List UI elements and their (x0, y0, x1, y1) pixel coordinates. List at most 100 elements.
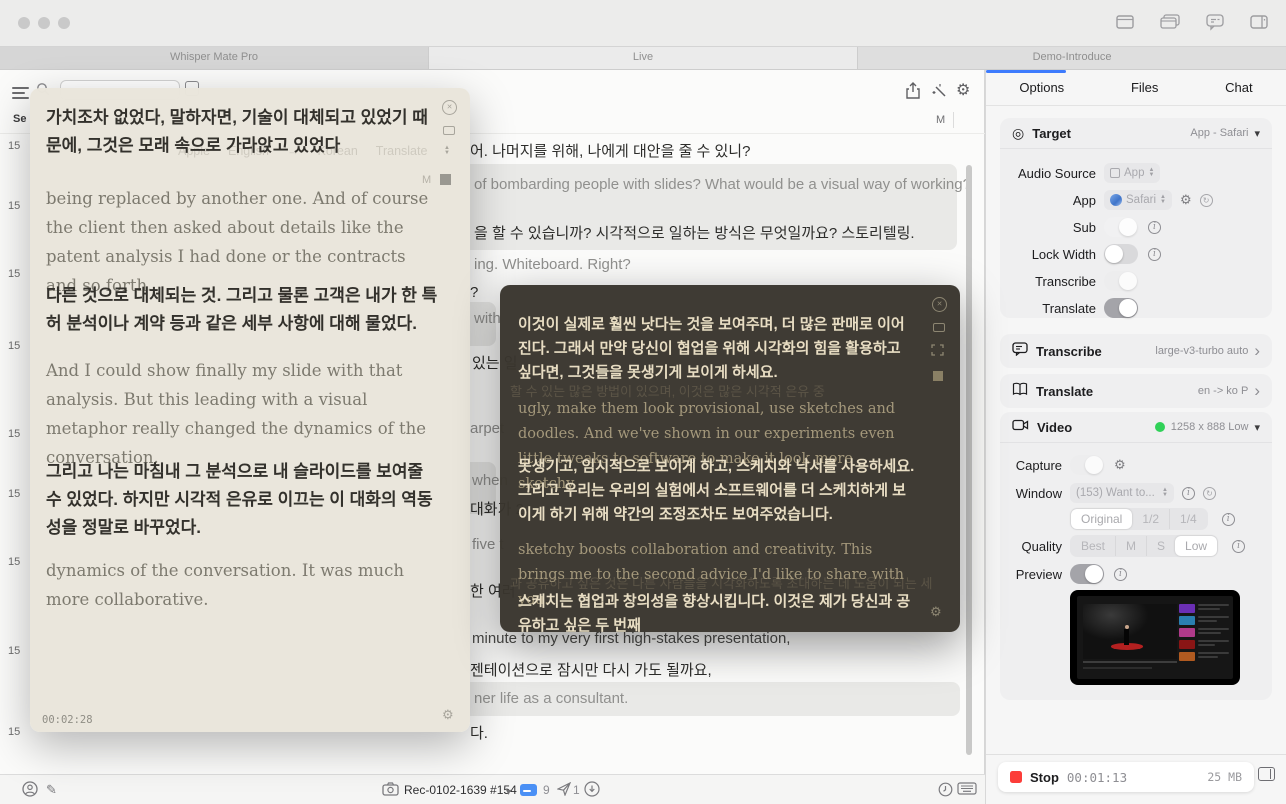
stop-button[interactable]: Stop (1030, 770, 1059, 785)
transcript-row[interactable]: ? (470, 284, 478, 301)
transcribe-label: Transcribe (1000, 274, 1096, 289)
text-size-icon[interactable] (444, 146, 450, 156)
close-window-button[interactable] (18, 17, 30, 29)
lock-width-toggle[interactable] (1104, 244, 1138, 264)
clock-icon[interactable] (938, 782, 953, 802)
preview-toggle[interactable] (1070, 564, 1104, 584)
video-card-header[interactable]: Video 1258 x 888 Low ▾ (1000, 412, 1272, 442)
account-icon[interactable] (22, 781, 38, 802)
transcript-row[interactable]: 을 할 수 있습니까? 시각적으로 일하는 방식은 무엇일까요? 스토리텔링. (474, 222, 915, 243)
size-option-original[interactable]: Original (1071, 509, 1132, 529)
app-settings-gear-icon[interactable] (1180, 191, 1192, 209)
chevron-right-icon[interactable] (1254, 341, 1260, 361)
transcript-row[interactable]: of bombarding people with slides? What w… (474, 176, 971, 193)
video-preview-thumbnail[interactable] (1070, 590, 1240, 685)
info-icon[interactable] (1222, 513, 1235, 526)
subtitle-panel-light[interactable]: AppleEnglish→KoreanTranslate M 가치조차 없었다,… (30, 88, 470, 732)
subtitle-panel-dark[interactable]: 이것이 실제로 훨씬 낫다는 것을 보여주며, 더 많은 판매로 이어진다. 그… (500, 285, 960, 632)
stepper-icon (1162, 488, 1168, 498)
magic-wand-icon[interactable] (932, 83, 948, 104)
transcript-row[interactable]: ing. Whiteboard. Right? (474, 256, 631, 273)
info-icon[interactable] (1114, 568, 1127, 581)
transcript-row[interactable]: with (474, 310, 501, 327)
stepper-icon (1148, 168, 1154, 178)
edit-pencil-icon[interactable]: ✎ (46, 782, 57, 798)
panel-settings-gear-icon[interactable] (930, 603, 942, 621)
target-card-header[interactable]: ◎ Target App - Safari ▾ (1000, 118, 1272, 148)
quality-label: Quality (1000, 539, 1062, 554)
toggle-sidebar-icon[interactable] (1248, 13, 1270, 31)
minimize-window-button[interactable] (38, 17, 50, 29)
quality-option-best[interactable]: Best (1071, 536, 1115, 556)
transcribe-toggle[interactable] (1104, 271, 1138, 291)
quality-option-m[interactable]: M (1115, 536, 1146, 556)
transcribe-card[interactable]: Transcribe large-v3-turbo auto (1000, 334, 1272, 368)
tab-files[interactable]: Files (1131, 80, 1158, 95)
target-icon: ◎ (1012, 125, 1024, 142)
quality-option-low[interactable]: Low (1175, 536, 1217, 556)
chevron-down-icon[interactable]: ▾ (1254, 421, 1260, 434)
speech-bubble-icon (1012, 342, 1028, 361)
stop-record-icon[interactable] (1010, 771, 1022, 783)
tab-chat[interactable]: Chat (1225, 80, 1252, 95)
tab-options[interactable]: Options (1019, 80, 1064, 95)
window-select[interactable]: (153) Want to... (1070, 483, 1174, 503)
recording-name[interactable]: Rec-0102-1639 #154 (404, 783, 517, 797)
scrollbar[interactable] (966, 165, 972, 755)
tab-live[interactable]: Live (429, 47, 858, 69)
settings-gear-icon[interactable]: ⚙ (956, 80, 970, 100)
subtitle-ko: 가치조차 없었다, 말하자면, 기술이 대체되고 있었기 때문에, 그것은 모래… (46, 104, 442, 160)
info-icon[interactable] (1182, 487, 1195, 500)
transcript-row[interactable]: five t (472, 536, 504, 553)
transcript-row[interactable]: 젠테이션으로 잠시만 다시 가도 될까요, (470, 659, 712, 680)
safari-app-icon (1110, 194, 1122, 206)
app-select[interactable]: Safari (1104, 190, 1172, 210)
recording-chevron-icon[interactable] (506, 782, 511, 800)
traffic-lights[interactable] (18, 17, 70, 29)
stop-square-icon[interactable] (933, 371, 943, 381)
size-segmented-control: Original 1/2 1/4 (1070, 508, 1208, 530)
size-option-half[interactable]: 1/2 (1132, 509, 1169, 529)
chevron-down-icon[interactable]: ▾ (1254, 127, 1260, 140)
info-icon[interactable] (1232, 540, 1245, 553)
translate-toggle[interactable] (1104, 298, 1138, 318)
share-icon[interactable] (905, 82, 921, 105)
close-icon[interactable] (442, 100, 457, 115)
size-option-quarter[interactable]: 1/4 (1169, 509, 1207, 529)
tab-demo-introduce[interactable]: Demo-Introduce (858, 47, 1286, 69)
collapse-sidebar-icon[interactable] (1258, 767, 1275, 781)
fullscreen-icon[interactable] (931, 343, 944, 361)
app-refresh-icon[interactable] (1200, 194, 1213, 207)
transcript-row[interactable]: ner life as a consultant. (474, 690, 628, 707)
quality-option-s[interactable]: S (1146, 536, 1175, 556)
chevron-right-icon[interactable] (1254, 381, 1260, 401)
new-window-icon[interactable] (1114, 13, 1136, 31)
transcript-row[interactable]: 다. (470, 722, 488, 743)
window-mode-icon[interactable] (933, 323, 945, 332)
sidebar-tabs: Options Files Chat (986, 70, 1286, 106)
translate-card[interactable]: Translate en -> ko P (1000, 374, 1272, 408)
camera-icon[interactable] (382, 782, 399, 801)
windows-stack-icon[interactable] (1158, 13, 1182, 31)
sub-toggle-row (1104, 217, 1161, 237)
audio-source-select[interactable]: App (1104, 163, 1160, 183)
menu-icon[interactable] (12, 84, 29, 102)
chat-bubble-icon[interactable] (1204, 13, 1226, 31)
panel-settings-gear-icon[interactable] (442, 706, 454, 724)
capture-toggle[interactable] (1070, 455, 1104, 475)
subtitle-card-icon[interactable] (520, 784, 537, 796)
translate-label: Translate (1000, 301, 1096, 316)
capture-settings-gear-icon[interactable] (1114, 456, 1126, 474)
close-icon[interactable] (932, 297, 947, 312)
zoom-window-button[interactable] (58, 17, 70, 29)
send-plane-icon[interactable] (557, 782, 571, 801)
tab-whisper-mate-pro[interactable]: Whisper Mate Pro (0, 47, 429, 69)
info-icon[interactable] (1148, 221, 1161, 234)
window-mode-icon[interactable] (443, 126, 455, 135)
keyboard-icon[interactable] (957, 781, 977, 801)
sub-toggle[interactable] (1104, 217, 1138, 237)
download-icon[interactable] (584, 781, 600, 802)
info-icon[interactable] (1148, 248, 1161, 261)
window-refresh-icon[interactable] (1203, 487, 1216, 500)
transcript-row[interactable]: 어. 나머지를 위해, 나에게 대안을 줄 수 있니? (470, 140, 750, 161)
